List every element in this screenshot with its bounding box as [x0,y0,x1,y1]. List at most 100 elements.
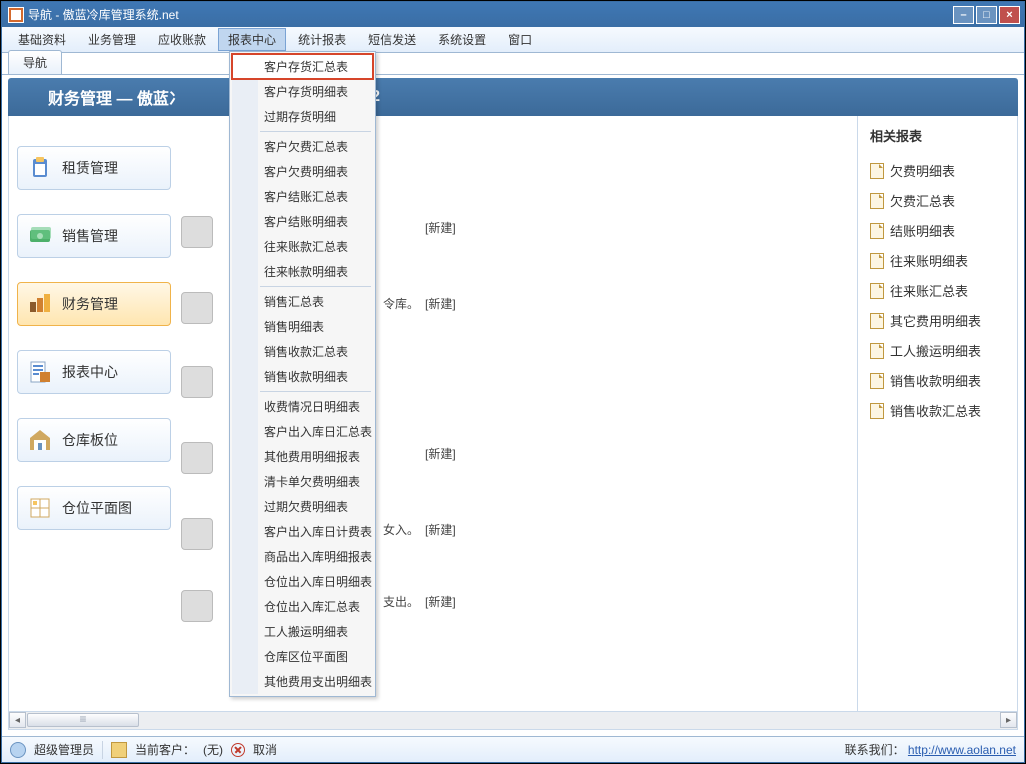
dropdown-item[interactable]: 其他费用支出明细表 [232,669,373,694]
new-link[interactable]: [新建] [425,219,456,236]
dropdown-item[interactable]: 客户出入库日汇总表 [232,419,373,444]
row-text: 支出。 [383,593,419,610]
menu-sms[interactable]: 短信发送 [358,28,426,51]
dropdown-item[interactable]: 客户出入库日计费表 [232,519,373,544]
related-reports-title: 相关报表 [858,116,1017,155]
sidebar-item-floorplan[interactable]: 仓位平面图 [17,486,171,530]
dropdown-item[interactable]: 收费情况日明细表 [232,394,373,419]
menu-stat-reports[interactable]: 统计报表 [288,28,356,51]
dropdown-item[interactable]: 往来帐款明细表 [232,259,373,284]
status-user: 超级管理员 [34,741,94,758]
dropdown-item[interactable]: 销售收款汇总表 [232,339,373,364]
money-icon [28,224,52,248]
new-link[interactable]: [新建] [425,593,456,610]
cancel-icon[interactable] [231,743,245,757]
dropdown-item[interactable]: 客户欠费明细表 [232,159,373,184]
status-customer-value: (无) [203,741,223,758]
dropdown-item[interactable]: 客户结账汇总表 [232,184,373,209]
maximize-button[interactable]: □ [976,6,997,24]
dropdown-item[interactable]: 清卡单欠费明细表 [232,469,373,494]
dropdown-item[interactable]: 过期欠费明细表 [232,494,373,519]
dropdown-item[interactable]: 仓位出入库日明细表 [232,569,373,594]
document-icon [870,343,884,359]
menu-window[interactable]: 窗口 [498,28,542,51]
clipboard-icon [28,156,52,180]
sidebar-item-warehouse[interactable]: 仓库板位 [17,418,171,462]
sidebar-item-label: 财务管理 [62,294,118,314]
report-icon [28,360,52,384]
dropdown-item[interactable]: 客户欠费汇总表 [232,134,373,159]
menu-basic-data[interactable]: 基础资料 [8,28,76,51]
row-text: 令库。 [383,295,419,312]
finance-icon [28,292,52,316]
nav-item-icon [181,292,213,324]
dropdown-item[interactable]: 销售明细表 [232,314,373,339]
window-buttons: – □ × [953,6,1020,24]
scroll-right-button[interactable]: ▸ [1000,712,1017,728]
window-title: 导航 - 傲蓝冷库管理系统.net [28,6,953,23]
report-link[interactable]: 销售收款汇总表 [870,401,1005,420]
dropdown-item[interactable]: 工人搬运明细表 [232,619,373,644]
dropdown-item[interactable]: 客户存货明细表 [232,79,373,104]
titlebar[interactable]: 导航 - 傲蓝冷库管理系统.net – □ × [2,2,1024,27]
customer-icon [111,742,127,758]
page-header: 财务管理 ― 傲蓝冫 v5.2 [8,78,1018,116]
document-icon [870,253,884,269]
new-link[interactable]: [新建] [425,521,456,538]
new-link[interactable]: [新建] [425,445,456,462]
close-button[interactable]: × [999,6,1020,24]
sidebar-item-label: 报表中心 [62,362,118,382]
document-icon [870,163,884,179]
report-link[interactable]: 欠费明细表 [870,161,1005,180]
dropdown-separator [260,391,371,392]
scroll-thumb[interactable] [27,713,139,727]
menu-receivables[interactable]: 应收账款 [148,28,216,51]
nav-item-icon [181,518,213,550]
minimize-button[interactable]: – [953,6,974,24]
menu-system[interactable]: 系统设置 [428,28,496,51]
dropdown-item[interactable]: 仓库区位平面图 [232,644,373,669]
report-link[interactable]: 销售收款明细表 [870,371,1005,390]
report-link[interactable]: 往来账明细表 [870,251,1005,270]
dropdown-item[interactable]: 客户结账明细表 [232,209,373,234]
report-link[interactable]: 往来账汇总表 [870,281,1005,300]
dropdown-item[interactable]: 客户存货汇总表 [232,54,373,79]
user-icon [10,742,26,758]
sidebar-item-finance[interactable]: 财务管理 [17,282,171,326]
new-link[interactable]: [新建] [425,295,456,312]
scroll-left-button[interactable]: ◂ [9,712,26,728]
sidebar-item-report-center[interactable]: 报表中心 [17,350,171,394]
dropdown-item[interactable]: 商品出入库明细报表 [232,544,373,569]
statusbar: 超级管理员 当前客户： (无) 取消 联系我们： http://www.aola… [2,736,1024,762]
status-cancel[interactable]: 取消 [253,741,277,758]
body: 租赁管理 销售管理 财务管理 [8,116,1018,712]
nav-item-icon [181,442,213,474]
dropdown-item[interactable]: 其他费用明细报表 [232,444,373,469]
contact-link[interactable]: http://www.aolan.net [908,743,1016,757]
dropdown-item[interactable]: 销售收款明细表 [232,364,373,389]
sidebar-item-sales[interactable]: 销售管理 [17,214,171,258]
sidebar-item-label: 仓位平面图 [62,498,132,518]
nav-item-icon [181,590,213,622]
report-link[interactable]: 欠费汇总表 [870,191,1005,210]
dropdown-item[interactable]: 销售汇总表 [232,289,373,314]
menu-report-center[interactable]: 报表中心 [218,28,286,51]
dropdown-separator [260,286,371,287]
document-icon [870,193,884,209]
sidebar: 租赁管理 销售管理 财务管理 [9,116,179,711]
report-link[interactable]: 结账明细表 [870,221,1005,240]
tab-navigation[interactable]: 导航 [8,50,62,74]
document-icon [870,313,884,329]
row-text: 女入。 [383,521,419,538]
menu-business[interactable]: 业务管理 [78,28,146,51]
horizontal-scrollbar[interactable]: ◂ ▸ [8,712,1018,730]
menubar: 基础资料 业务管理 应收账款 报表中心 统计报表 短信发送 系统设置 窗口 [2,27,1024,53]
dropdown-item[interactable]: 过期存货明细 [232,104,373,129]
sidebar-item-rental[interactable]: 租赁管理 [17,146,171,190]
dropdown-item[interactable]: 仓位出入库汇总表 [232,594,373,619]
main-window: 导航 - 傲蓝冷库管理系统.net – □ × 基础资料 业务管理 应收账款 报… [1,1,1025,763]
dropdown-item[interactable]: 往来账款汇总表 [232,234,373,259]
report-link[interactable]: 工人搬运明细表 [870,341,1005,360]
floorplan-icon [28,496,52,520]
report-link[interactable]: 其它费用明细表 [870,311,1005,330]
